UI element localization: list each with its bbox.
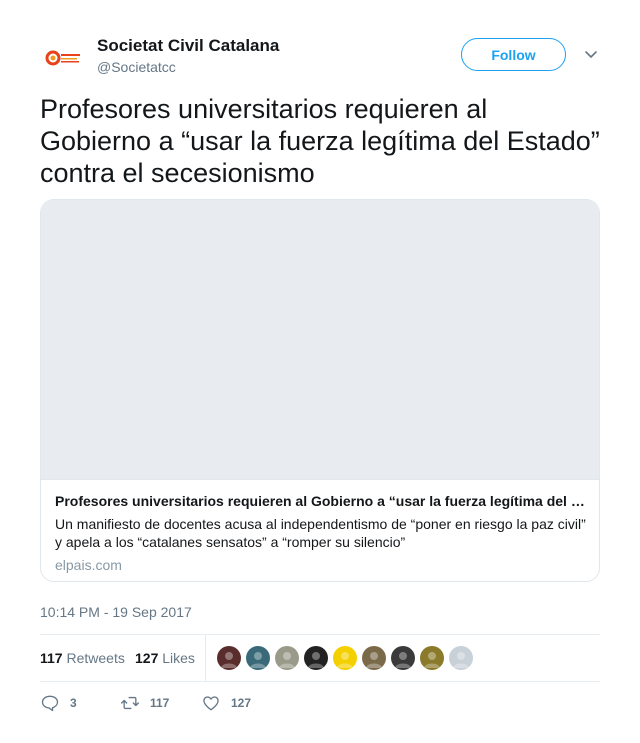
card-image[interactable] (41, 200, 599, 480)
account-handle[interactable]: @Societatcc (97, 57, 279, 77)
account-logo-icon (40, 36, 86, 82)
retweets-stat[interactable]: 117 Retweets (40, 649, 125, 667)
liker-avatar[interactable] (333, 646, 357, 670)
account-avatar[interactable] (40, 36, 86, 82)
link-card[interactable]: Profesores universitarios requieren al G… (40, 199, 600, 582)
reply-button[interactable]: 3 (40, 692, 77, 714)
tweet-stats: 117 Retweets 127 Likes (40, 634, 600, 682)
retweet-button[interactable]: 117 (120, 692, 169, 714)
liker-avatar[interactable] (362, 646, 386, 670)
card-body: Profesores universitarios requieren al G… (55, 492, 587, 574)
stats-divider (205, 635, 206, 681)
liker-avatar[interactable] (217, 646, 241, 670)
tweet-header: Societat Civil Catalana @Societatcc Foll… (40, 34, 600, 82)
reply-icon (41, 695, 59, 712)
tweet-timestamp[interactable]: 10:14 PM - 19 Sep 2017 (40, 603, 192, 621)
card-title: Profesores universitarios requieren al G… (55, 493, 585, 509)
liker-avatar[interactable] (304, 646, 328, 670)
liker-avatar[interactable] (246, 646, 270, 670)
heart-icon (203, 696, 219, 711)
liker-avatar[interactable] (275, 646, 299, 670)
likes-stat-label: Likes (162, 650, 195, 666)
display-name[interactable]: Societat Civil Catalana (97, 36, 279, 56)
likes-stat-count: 127 (135, 650, 159, 666)
retweet-icon (121, 696, 139, 710)
liker-avatar[interactable] (420, 646, 444, 670)
liker-avatar[interactable] (391, 646, 415, 670)
retweets-stat-count: 117 (40, 650, 63, 666)
likes-stat[interactable]: 127 Likes (135, 649, 195, 667)
tweet-text: Profesores universitarios requieren al G… (40, 94, 600, 188)
like-button[interactable]: 127 (201, 692, 251, 714)
follow-button[interactable]: Follow (461, 38, 566, 71)
account-names: Societat Civil Catalana @Societatcc (97, 36, 279, 77)
retweets-stat-label: Retweets (66, 650, 125, 666)
liker-avatar[interactable] (449, 646, 473, 670)
card-description: Un manifiesto de docentes acusa al indep… (55, 516, 586, 550)
chevron-down-icon[interactable] (583, 48, 599, 62)
card-domain: elpais.com (55, 557, 122, 573)
tweet-actions: 3 117 127 (40, 692, 600, 716)
reply-count: 3 (70, 696, 77, 710)
retweet-count: 117 (150, 696, 170, 710)
like-count: 127 (231, 696, 252, 710)
